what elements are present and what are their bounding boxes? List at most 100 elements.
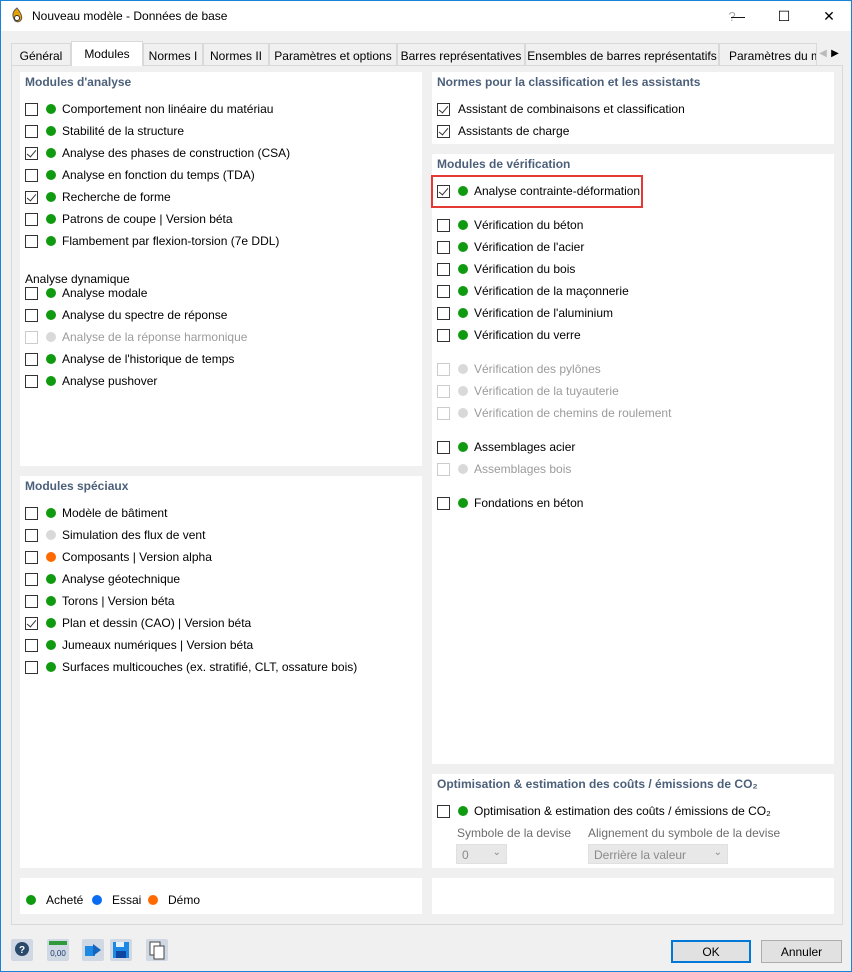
save-icon[interactable] [109,938,133,962]
status-dot [46,662,56,672]
checkbox[interactable] [437,284,450,298]
checkbox[interactable] [25,124,38,138]
norms-title: Normes pour la classification et les ass… [437,75,701,89]
design-modules-title: Modules de vérification [437,157,571,171]
cancel-button[interactable]: Annuler [761,940,842,963]
module-modal-analysis[interactable]: Analyse modale [25,284,147,302]
module-time-history[interactable]: Analyse de l'historique de temps [25,350,234,368]
currency-symbol-select[interactable]: 0 ⌄ [456,844,507,864]
module-stress-strain[interactable]: Analyse contrainte-déformation [437,182,640,200]
checkbox[interactable] [437,440,450,454]
ok-button[interactable]: OK [671,940,751,963]
checkbox[interactable] [25,168,38,182]
close-button[interactable]: ✕ [806,1,852,31]
tab-general[interactable]: Général [11,43,71,65]
copy-icon[interactable] [145,938,169,962]
help-icon[interactable]: ? [10,938,34,962]
chevron-down-icon: ⌄ [492,847,501,858]
tab-representative-members[interactable]: Barres représentatives [397,43,525,65]
module-cutting-patterns[interactable]: Patrons de coupe | Version béta [25,210,233,228]
module-label: Vérification de chemins de roulement [474,406,672,420]
maximize-button[interactable]: ☐ [761,1,807,31]
norm-combination-wizard[interactable]: Assistant de combinaisons et classificat… [437,100,685,118]
checkbox[interactable] [25,102,38,116]
module-aluminum-design[interactable]: Vérification de l'aluminium [437,304,613,322]
checkbox[interactable] [25,550,38,564]
checkbox[interactable] [25,212,38,226]
checkbox[interactable] [25,594,38,608]
minimize-button[interactable]: — [715,1,761,31]
checkbox[interactable] [25,308,38,322]
tab-norms-2[interactable]: Normes II [203,43,269,65]
legend-trial: Essai [92,893,141,907]
module-time-dependent[interactable]: Analyse en fonction du temps (TDA) [25,166,255,184]
checkbox[interactable] [25,616,38,630]
tab-scroll-left-icon[interactable]: ◀ [817,44,829,62]
module-cad-drawing[interactable]: Plan et dessin (CAO) | Version béta [25,614,251,632]
module-concrete-foundations[interactable]: Fondations en béton [437,494,583,512]
tab-model-parameters[interactable]: Paramètres du mo [719,43,817,65]
module-construction-stages[interactable]: Analyse des phases de construction (CSA) [25,144,290,162]
tab-modules[interactable]: Modules [71,41,143,66]
tab-scroll-right-icon[interactable]: ▶ [829,44,841,62]
module-geotechnical[interactable]: Analyse géotechnique [25,570,180,588]
module-multilayer-surfaces[interactable]: Surfaces multicouches (ex. stratifié, CL… [25,658,357,676]
checkbox[interactable] [437,262,450,276]
module-form-finding[interactable]: Recherche de forme [25,188,171,206]
tab-representative-sets[interactable]: Ensembles de barres représentatifs [525,43,719,65]
module-steel-design[interactable]: Vérification de l'acier [437,238,584,256]
checkbox[interactable] [25,190,38,204]
module-pushover[interactable]: Analyse pushover [25,372,157,390]
checkbox[interactable] [437,102,450,116]
module-nonlinear-material[interactable]: Comportement non linéaire du matériau [25,100,273,118]
title-bar: Nouveau modèle - Données de base ? — ☐ ✕ [1,1,851,31]
module-response-spectrum[interactable]: Analyse du spectre de réponse [25,306,227,324]
checkbox[interactable] [25,528,38,542]
module-wind-simulation[interactable]: Simulation des flux de vent [25,526,205,544]
module-concrete-design[interactable]: Vérification du béton [437,216,583,234]
module-structure-stability[interactable]: Stabilité de la structure [25,122,184,140]
checkbox[interactable] [437,184,450,198]
status-dot [46,126,56,136]
module-label: Vérification du béton [474,218,584,232]
units-icon[interactable]: 0,00 [46,938,70,962]
checkbox[interactable] [25,638,38,652]
checkbox[interactable] [437,496,450,510]
module-label: Simulation des flux de vent [62,528,206,542]
checkbox[interactable] [25,146,38,160]
module-optimization[interactable]: Optimisation & estimation des coûts / ém… [437,802,771,820]
tab-norms-1[interactable]: Normes I [143,43,203,65]
checkbox[interactable] [25,572,38,586]
checkbox[interactable] [25,660,38,674]
module-steel-joints[interactable]: Assemblages acier [437,438,575,456]
norm-load-wizards[interactable]: Assistants de charge [437,122,569,140]
import-icon[interactable] [81,938,105,962]
checkbox[interactable] [25,286,38,300]
checkbox[interactable] [437,328,450,342]
checkbox[interactable] [437,240,450,254]
checkbox[interactable] [25,506,38,520]
module-timber-design[interactable]: Vérification du bois [437,260,575,278]
module-building-model[interactable]: Modèle de bâtiment [25,504,167,522]
checkbox[interactable] [25,374,38,388]
module-label: Analyse géotechnique [62,572,181,586]
checkbox[interactable] [25,352,38,366]
module-tower-design: Vérification des pylônes [437,360,601,378]
module-torsional-warping[interactable]: Flambement par flexion-torsion (7e DDL) [25,232,279,250]
status-dot [46,170,56,180]
module-glass-design[interactable]: Vérification du verre [437,326,581,344]
module-crane-runway-design: Vérification de chemins de roulement [437,404,671,422]
module-digital-twins[interactable]: Jumeaux numériques | Version béta [25,636,253,654]
checkbox[interactable] [25,234,38,248]
checkbox[interactable] [437,804,450,818]
module-components[interactable]: Composants | Version alpha [25,548,212,566]
checkbox[interactable] [437,218,450,232]
checkbox[interactable] [437,124,450,138]
tab-parameters[interactable]: Paramètres et options [269,43,397,65]
module-tendons[interactable]: Torons | Version béta [25,592,175,610]
module-label: Vérification du verre [474,328,581,342]
checkbox[interactable] [437,306,450,320]
status-dot [458,242,468,252]
module-masonry-design[interactable]: Vérification de la maçonnerie [437,282,629,300]
currency-alignment-select[interactable]: Derrière la valeur ⌄ [588,844,728,864]
